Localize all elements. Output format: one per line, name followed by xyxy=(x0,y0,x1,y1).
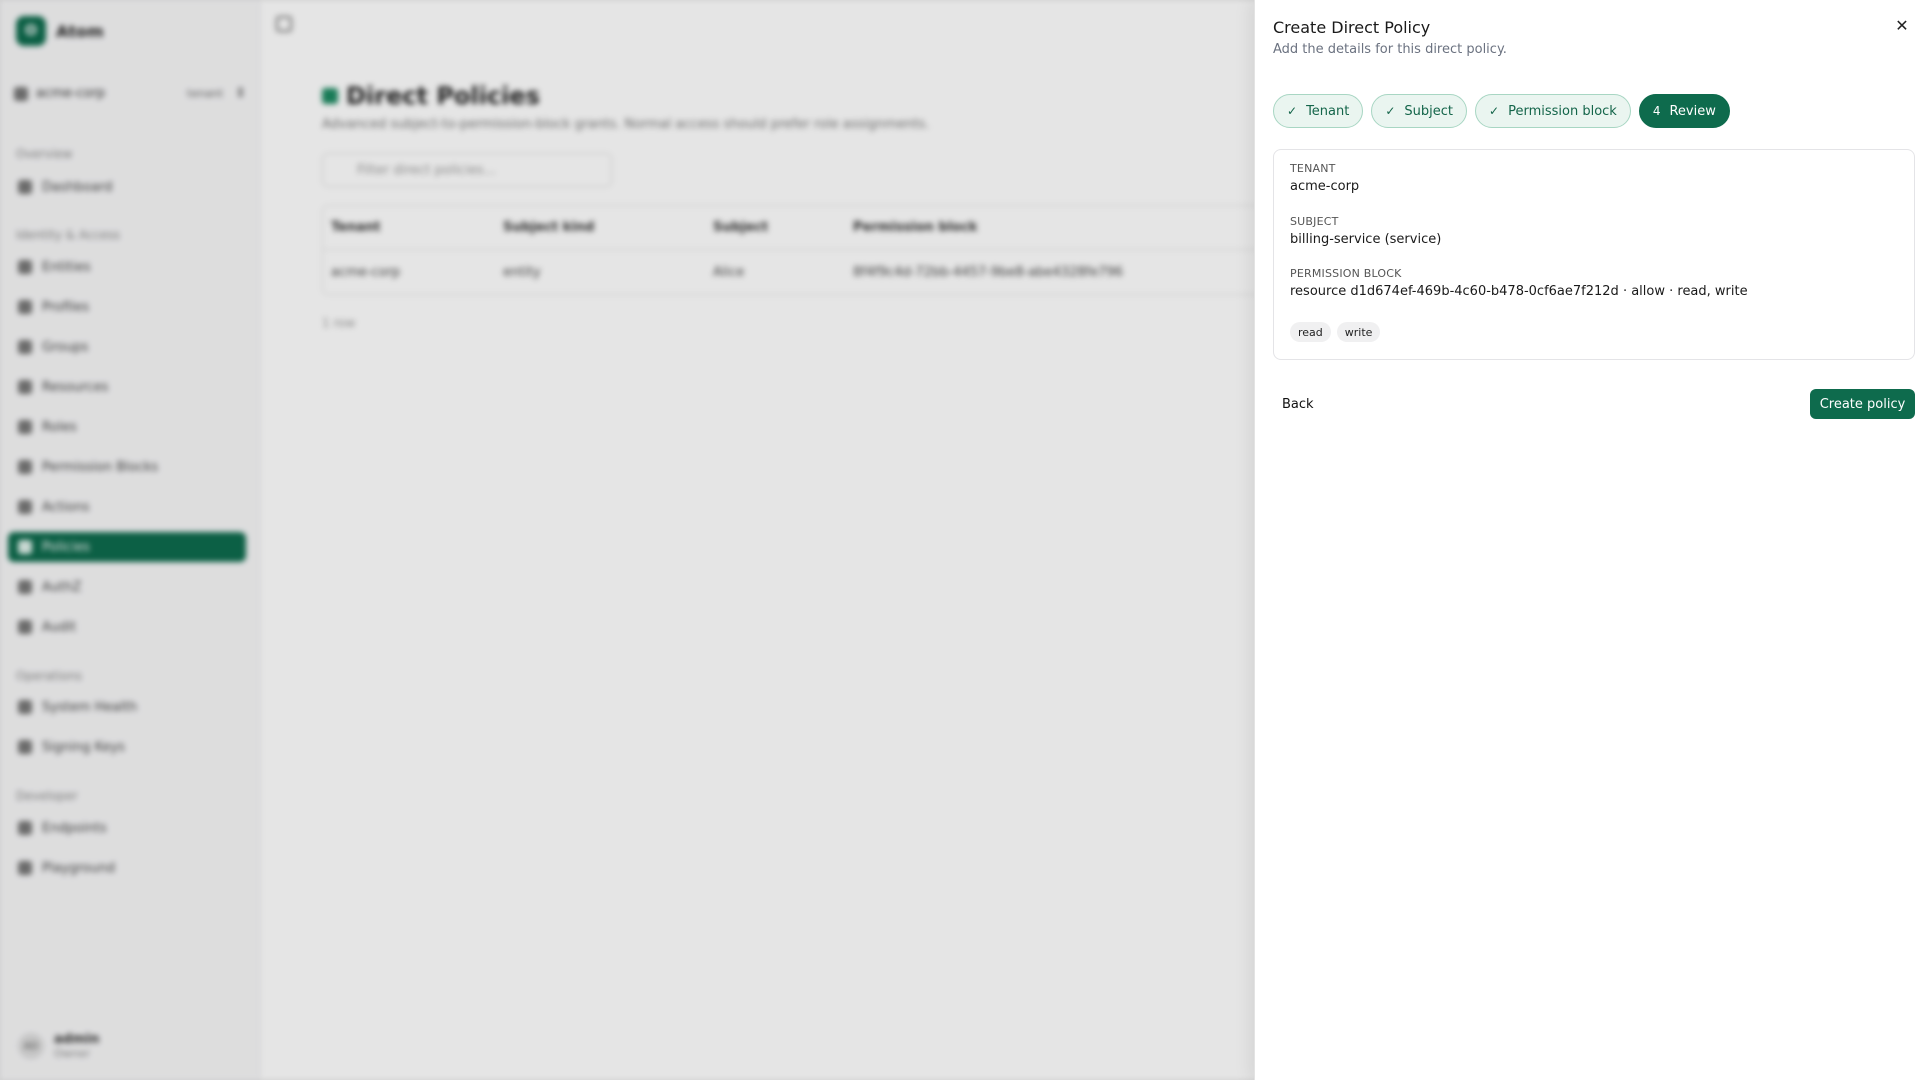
step-subject[interactable]: ✓ Subject xyxy=(1371,94,1468,128)
close-icon[interactable]: ✕ xyxy=(1893,18,1911,36)
action-chip-write: write xyxy=(1336,322,1381,342)
subject-value: billing-service (service) xyxy=(1290,232,1442,247)
step-label: Tenant xyxy=(1306,103,1350,119)
tenant-label: TENANT xyxy=(1290,162,1336,175)
step-label: Permission block xyxy=(1508,103,1617,119)
check-icon: ✓ xyxy=(1287,104,1298,118)
review-summary-card: TENANT acme-corp SUBJECT billing-service… xyxy=(1273,149,1915,360)
check-icon: ✓ xyxy=(1489,104,1500,118)
step-label: Subject xyxy=(1404,103,1454,119)
step-label: Review xyxy=(1669,103,1716,119)
drawer-title: Create Direct Policy xyxy=(1273,18,1431,37)
back-button[interactable]: Back xyxy=(1273,389,1323,419)
tenant-value: acme-corp xyxy=(1290,179,1360,194)
create-policy-drawer: Create Direct Policy Add the details for… xyxy=(1254,0,1920,1080)
subject-label: SUBJECT xyxy=(1290,215,1339,228)
step-permission-block[interactable]: ✓ Permission block xyxy=(1475,94,1631,128)
permission-block-value: resource d1d674ef-469b-4c60-b478-0cf6ae7… xyxy=(1290,284,1748,299)
step-number: 4 xyxy=(1652,104,1661,118)
drawer-subtitle: Add the details for this direct policy. xyxy=(1273,42,1507,57)
check-icon: ✓ xyxy=(1385,104,1396,118)
stepper: ✓ Tenant ✓ Subject ✓ Permission block 4 … xyxy=(1273,94,1730,128)
permission-block-label: PERMISSION BLOCK xyxy=(1290,267,1402,280)
create-policy-button[interactable]: Create policy xyxy=(1810,389,1915,419)
step-tenant[interactable]: ✓ Tenant xyxy=(1273,94,1364,128)
action-chips: read write xyxy=(1290,322,1381,342)
action-chip-read: read xyxy=(1290,322,1331,342)
step-review[interactable]: 4 Review xyxy=(1638,94,1730,128)
